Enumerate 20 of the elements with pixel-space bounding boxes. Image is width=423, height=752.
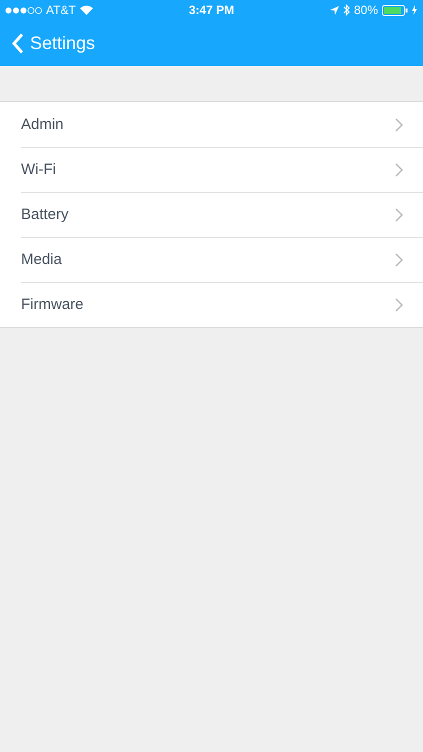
chevron-right-icon [395,252,403,266]
bluetooth-icon [342,4,350,16]
wifi-icon [80,5,93,15]
chevron-right-icon [395,162,403,176]
chevron-right-icon [395,118,403,132]
settings-row[interactable]: Firmware [0,282,423,327]
battery-icon [382,4,408,16]
battery-percent: 80% [354,3,378,17]
settings-row[interactable]: Media [0,237,423,282]
signal-icon [5,6,42,14]
chevron-left-icon [12,32,24,54]
chevron-right-icon [395,298,403,312]
clock-time: 3:47 PM [188,3,234,17]
chevron-right-icon [395,208,403,222]
settings-row[interactable]: Battery [0,192,423,237]
location-arrow-icon [330,6,339,14]
charging-bolt-icon [412,5,417,15]
settings-row[interactable]: Wi-Fi [0,147,423,192]
settings-row[interactable]: Admin [0,102,423,147]
carrier-name: AT&T [46,3,76,17]
